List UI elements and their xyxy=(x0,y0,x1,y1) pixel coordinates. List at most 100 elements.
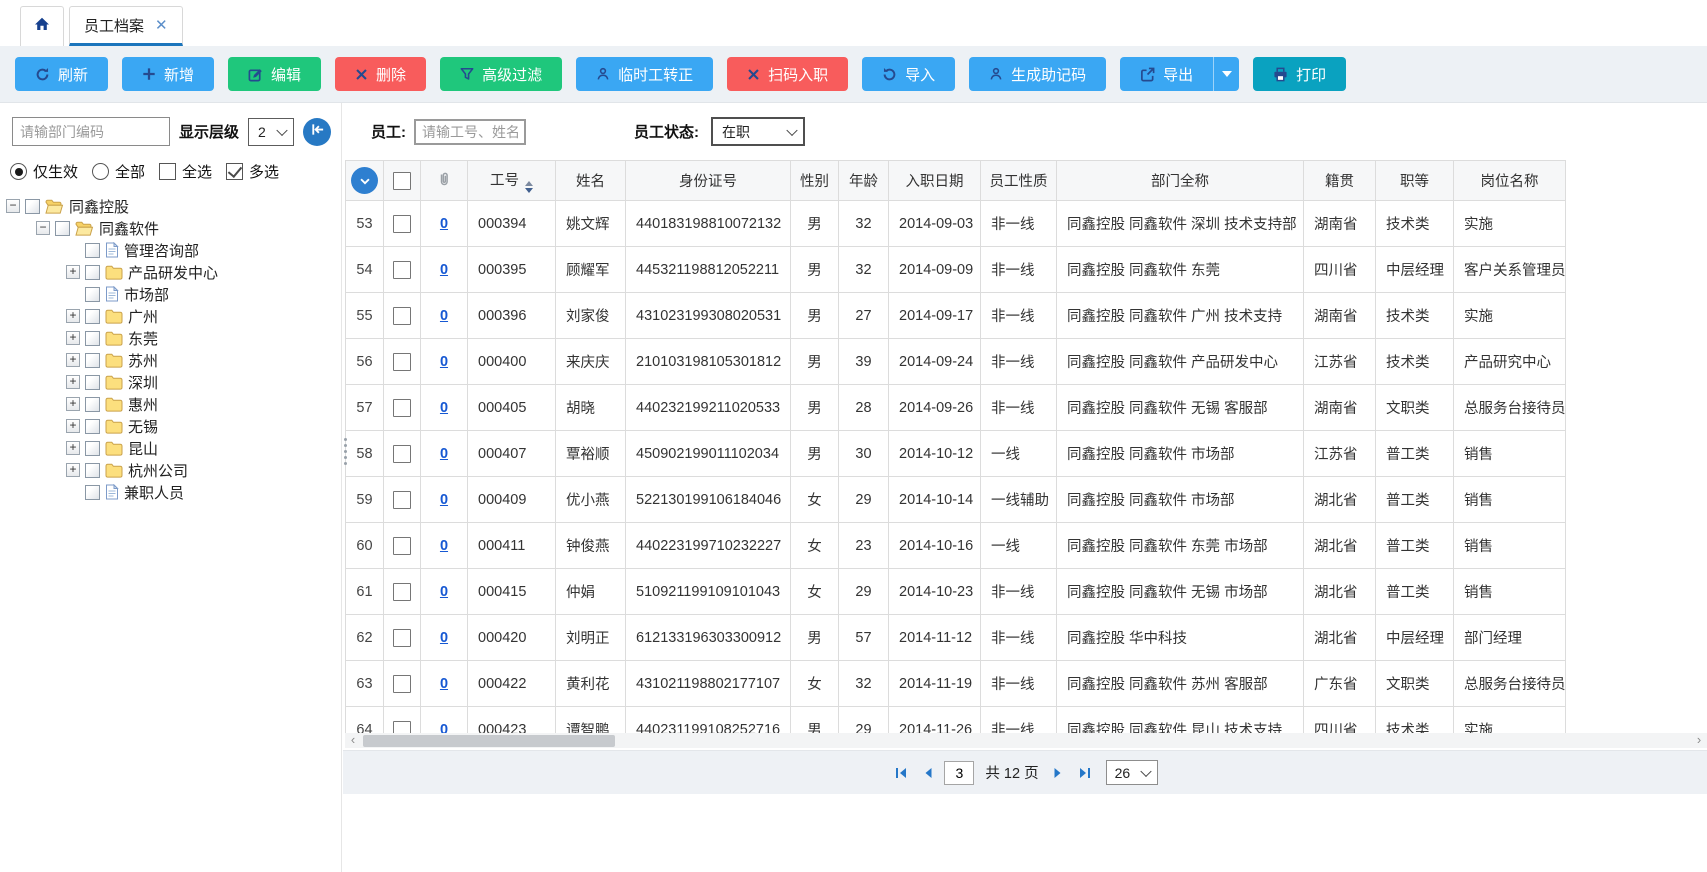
row-checkbox[interactable] xyxy=(393,215,411,233)
row-checkbox[interactable] xyxy=(393,583,411,601)
tree-checkbox[interactable] xyxy=(85,265,100,280)
table-row[interactable]: 620000420刘明正612133196303300912男572014-11… xyxy=(346,615,1566,661)
row-checkbox[interactable] xyxy=(393,353,411,371)
multi-select-checkbox[interactable] xyxy=(226,163,243,180)
add-button[interactable]: 新增 xyxy=(122,57,214,91)
table-row[interactable]: 640000423谭智鹏440231199108252716男292014-11… xyxy=(346,707,1566,734)
tree-node[interactable]: +无锡 xyxy=(0,415,341,437)
refresh-button[interactable]: 刷新 xyxy=(15,57,108,91)
row-checkbox[interactable] xyxy=(393,307,411,325)
row-checkbox[interactable] xyxy=(393,537,411,555)
tab-home[interactable] xyxy=(20,6,64,46)
advanced-filter-button[interactable]: 高级过滤 xyxy=(440,57,562,91)
tree-expand-expander[interactable]: + xyxy=(66,353,80,367)
tree-node-label[interactable]: 东莞 xyxy=(128,328,158,349)
attachment-count-link[interactable]: 0 xyxy=(440,676,448,692)
attachment-count-link[interactable]: 0 xyxy=(440,354,448,370)
tree-checkbox[interactable] xyxy=(85,441,100,456)
tree-expand-expander[interactable]: + xyxy=(66,441,80,455)
tree-checkbox[interactable] xyxy=(85,331,100,346)
print-button[interactable]: 打印 xyxy=(1253,57,1346,91)
attachment-count-link[interactable]: 0 xyxy=(440,538,448,554)
tree-checkbox[interactable] xyxy=(85,287,100,302)
export-button[interactable]: 导出 xyxy=(1120,57,1239,91)
table-row[interactable]: 560000400来庆庆210103198105301812男392014-09… xyxy=(346,339,1566,385)
tree-expand-expander[interactable]: + xyxy=(66,331,80,345)
delete-button[interactable]: 删除 xyxy=(335,57,426,91)
tree-expand-expander[interactable]: + xyxy=(66,265,80,279)
tree-checkbox[interactable] xyxy=(85,353,100,368)
tree-node[interactable]: 管理咨询部 xyxy=(0,239,341,261)
horizontal-scrollbar[interactable]: ‹ › xyxy=(345,733,1707,748)
tree-node[interactable]: − 同鑫控股 xyxy=(0,195,341,217)
row-checkbox[interactable] xyxy=(393,721,411,734)
tree-node[interactable]: + 广州 xyxy=(0,305,341,327)
scan-onboard-button[interactable]: 扫码入职 xyxy=(727,57,848,91)
tree-expand-expander[interactable]: + xyxy=(66,397,80,411)
tree-checkbox[interactable] xyxy=(85,309,100,324)
radio-all[interactable] xyxy=(92,163,109,180)
tree-node-label[interactable]: 昆山 xyxy=(128,438,158,459)
tree-node[interactable]: 兼职人员 xyxy=(0,481,341,503)
tree-node[interactable]: −同鑫软件 xyxy=(0,217,341,239)
tree-node[interactable]: +苏州 xyxy=(0,349,341,371)
table-row[interactable]: 570000405胡晓440232199211020533男282014-09-… xyxy=(346,385,1566,431)
next-page-button[interactable] xyxy=(1050,764,1067,782)
tree-node-label[interactable]: 广州 xyxy=(128,306,158,327)
tree-node[interactable]: 市场部 xyxy=(0,283,341,305)
tree-node-label[interactable]: 市场部 xyxy=(124,284,169,305)
scroll-left-arrow[interactable]: ‹ xyxy=(345,733,361,748)
import-button[interactable]: 导入 xyxy=(862,57,955,91)
row-checkbox[interactable] xyxy=(393,261,411,279)
tree-checkbox[interactable] xyxy=(25,199,40,214)
table-row[interactable]: 550000396刘家俊431023199308020531男272014-09… xyxy=(346,293,1566,339)
attachment-count-link[interactable]: 0 xyxy=(440,262,448,278)
attachment-count-link[interactable]: 0 xyxy=(440,492,448,508)
tree-node-label[interactable]: 杭州公司 xyxy=(128,460,188,481)
tree-node[interactable]: + 东莞 xyxy=(0,327,341,349)
attachment-count-link[interactable]: 0 xyxy=(440,630,448,646)
expand-all-button[interactable] xyxy=(351,167,378,194)
attachment-count-link[interactable]: 0 xyxy=(440,446,448,462)
tree-collapse-expander[interactable]: − xyxy=(6,199,20,213)
tree-checkbox[interactable] xyxy=(85,463,100,478)
last-page-button[interactable] xyxy=(1075,764,1094,782)
attachment-count-link[interactable]: 0 xyxy=(440,308,448,324)
row-checkbox[interactable] xyxy=(393,491,411,509)
tab-close-icon[interactable]: ✕ xyxy=(155,18,168,33)
tree-checkbox[interactable] xyxy=(85,485,100,500)
tree-node[interactable]: + 产品研发中心 xyxy=(0,261,341,283)
export-dropdown-toggle[interactable] xyxy=(1213,57,1239,91)
row-checkbox[interactable] xyxy=(393,399,411,417)
tree-node-label[interactable]: 产品研发中心 xyxy=(128,262,218,283)
row-checkbox[interactable] xyxy=(393,445,411,463)
sidebar-splitter-handle[interactable] xyxy=(344,438,347,465)
prev-page-button[interactable] xyxy=(919,764,936,782)
attachment-count-link[interactable]: 0 xyxy=(440,400,448,416)
attachment-count-link[interactable]: 0 xyxy=(440,722,448,734)
radio-active-only[interactable] xyxy=(10,163,27,180)
temp-to-regular-button[interactable]: 临时工转正 xyxy=(576,57,713,91)
tree-node-label[interactable]: 管理咨询部 xyxy=(124,240,199,261)
tree-node[interactable]: + 昆山 xyxy=(0,437,341,459)
table-row[interactable]: 590000409优小燕522130199106184046女292014-10… xyxy=(346,477,1566,523)
tree-node-label[interactable]: 同鑫控股 xyxy=(69,196,129,217)
employee-status-select[interactable]: 在职 xyxy=(711,117,805,146)
select-all-checkbox[interactable] xyxy=(159,163,176,180)
row-checkbox[interactable] xyxy=(393,675,411,693)
tree-expand-expander[interactable]: + xyxy=(66,375,80,389)
tree-node-label[interactable]: 同鑫软件 xyxy=(99,218,159,239)
tree-expand-expander[interactable]: + xyxy=(66,309,80,323)
attachment-count-link[interactable]: 0 xyxy=(440,584,448,600)
table-row[interactable]: 580000407覃裕顺450902199011102034男302014-10… xyxy=(346,431,1566,477)
tree-expand-expander[interactable]: + xyxy=(66,419,80,433)
tree-checkbox[interactable] xyxy=(85,419,100,434)
employee-search-input[interactable] xyxy=(414,119,526,145)
tree-checkbox[interactable] xyxy=(85,397,100,412)
collapse-sidebar-button[interactable] xyxy=(303,118,331,146)
attachment-count-link[interactable]: 0 xyxy=(440,216,448,232)
tree-node-label[interactable]: 兼职人员 xyxy=(124,482,184,503)
table-row[interactable]: 540000395顾耀军445321198812052211男322014-09… xyxy=(346,247,1566,293)
tree-expand-expander[interactable]: + xyxy=(66,463,80,477)
first-page-button[interactable] xyxy=(892,764,911,782)
